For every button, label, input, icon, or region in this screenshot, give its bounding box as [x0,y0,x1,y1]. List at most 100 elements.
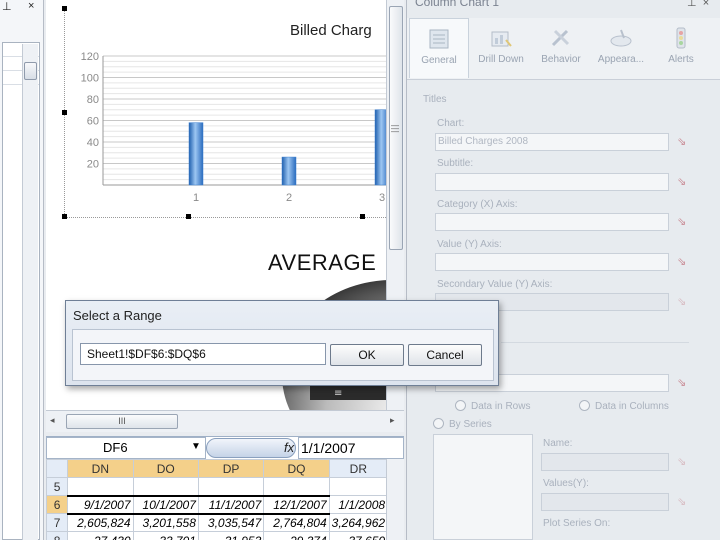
column-header[interactable]: DR [328,459,389,478]
select-range-dialog: Select a Range OK Cancel [65,300,499,386]
general-icon [429,29,449,49]
category-axis-label: Category (X) Axis: [437,199,518,210]
left-scrollbar[interactable] [22,44,38,540]
cell[interactable]: 31,953 [197,531,265,540]
cell[interactable]: 2,605,824 [67,513,134,532]
formula-bar[interactable]: 1/1/2007 [298,437,404,459]
cell[interactable]: 27,430 [67,531,134,540]
range-picker-icon[interactable]: ⇘ [677,175,691,189]
spreadsheet: DF6 ▼ fx 1/1/2007 DN DO DP DQ DR 5 6 9/1… [45,436,404,540]
column-header[interactable]: DQ [263,459,330,478]
cell[interactable] [132,477,199,496]
corner-cell[interactable] [45,459,69,478]
value-axis-label: Value (Y) Axis: [437,239,502,250]
range-picker-icon[interactable]: ⇘ [677,295,691,309]
data-in-rows-radio[interactable] [455,400,466,411]
range-input[interactable] [80,343,326,365]
fx-icon[interactable]: fx [284,440,294,455]
row-header[interactable]: 6 [45,495,69,514]
document-horizontal-scrollbar[interactable]: ◂ III ▸ [46,410,404,432]
column-header[interactable]: DP [197,459,265,478]
subtitle-field[interactable] [435,173,669,191]
cancel-button[interactable]: Cancel [408,344,482,366]
resize-handle[interactable] [62,6,67,11]
ok-button[interactable]: OK [330,344,404,366]
cell[interactable]: 9/1/2007 [67,494,134,515]
chevron-down-icon[interactable]: ▼ [191,441,201,452]
series-name-field[interactable] [541,453,669,471]
cell[interactable] [328,477,389,496]
chart-selection-frame[interactable]: 120 100 80 60 40 20 1 2 3 [64,8,386,218]
column-chart[interactable]: 120 100 80 60 40 20 1 2 3 [65,8,386,218]
row-header[interactable]: 8 [45,531,69,540]
pin-icon[interactable]: ⊥ [687,0,697,9]
series-values-label: Values(Y): [543,478,589,489]
range-picker-icon[interactable]: ⇘ [677,376,691,390]
name-box[interactable]: DF6 [46,437,206,459]
scroll-left-icon[interactable]: ◂ [50,415,55,426]
cell[interactable]: 10/1/2007 [132,494,199,515]
tab-behavior[interactable]: Behavior [531,18,591,78]
tab-label: Alerts [668,54,694,65]
resize-handle[interactable] [62,214,67,219]
y-tick-label: 60 [87,116,99,128]
scroll-right-icon[interactable]: ▸ [390,415,395,426]
sheet-vertical-scrollbar[interactable] [386,459,404,540]
cell[interactable]: 2,764,804 [263,513,330,532]
y-tick-label: 40 [87,137,99,149]
cell[interactable]: 11/1/2007 [197,494,265,515]
cell-grid: DN DO DP DQ DR 5 6 9/1/2007 10/1/2007 11… [45,459,404,540]
column-header[interactable]: DN [67,459,134,478]
tab-label: Behavior [541,54,581,65]
range-picker-icon[interactable]: ⇘ [677,255,691,269]
cell[interactable]: 3,201,558 [132,513,199,532]
tab-general[interactable]: General [409,18,469,78]
resize-handle[interactable] [186,214,191,219]
range-picker-icon[interactable]: ⇘ [677,455,691,469]
pin-icon[interactable]: ⊥ [2,0,12,13]
series-values-field[interactable] [541,493,669,511]
tab-appearance[interactable]: Appeara... [591,18,651,78]
plot-series-label: Plot Series On: [543,518,611,529]
category-axis-field[interactable] [435,213,669,231]
left-scroll-thumb[interactable] [24,62,37,80]
series-list[interactable] [433,434,533,540]
row-header[interactable]: 7 [45,513,69,532]
tab-label: Appeara... [597,54,645,65]
behavior-icon [551,29,570,47]
properties-panel: Column Chart 1 ⊥ × General Drill Down Be… [406,0,720,540]
cell[interactable]: 12/1/2007 [263,494,330,515]
close-icon[interactable]: × [28,0,34,12]
function-bar-button[interactable] [206,438,296,458]
column-header[interactable]: DO [132,459,199,478]
cell[interactable] [263,477,330,496]
resize-handle[interactable] [62,110,67,115]
range-picker-icon[interactable]: ⇘ [677,215,691,229]
by-series-radio[interactable] [433,418,444,429]
cell[interactable]: 29,374 [263,531,330,540]
data-in-columns-radio[interactable] [579,400,590,411]
chart-title-field[interactable]: Billed Charges 2008 [435,133,669,151]
cell[interactable]: 3,264,962 [328,513,389,532]
range-picker-icon[interactable]: ⇘ [677,495,691,509]
horizontal-scroll-thumb[interactable]: III [66,414,178,429]
cell[interactable]: 33,701 [132,531,199,540]
close-icon[interactable]: × [703,0,709,9]
dialog-title: Select a Range [73,308,162,323]
drill-down-icon [491,31,512,47]
resize-handle[interactable] [360,214,365,219]
row-header[interactable]: 5 [45,477,69,496]
y-tick-label: 120 [81,51,99,63]
cell[interactable] [67,477,134,496]
x-tick-label: 2 [286,192,292,204]
tab-drill-down[interactable]: Drill Down [471,18,531,78]
y-tick-label: 80 [87,94,99,106]
tab-alerts[interactable]: Alerts [651,18,711,78]
chart-title: Billed Charg [290,22,372,39]
range-picker-icon[interactable]: ⇘ [677,135,691,149]
cell[interactable] [197,477,265,496]
cell[interactable]: 37,650 [328,531,389,540]
cell[interactable]: 1/1/2008 [328,495,389,514]
value-axis-field[interactable] [435,253,669,271]
cell[interactable]: 3,035,547 [197,513,265,532]
